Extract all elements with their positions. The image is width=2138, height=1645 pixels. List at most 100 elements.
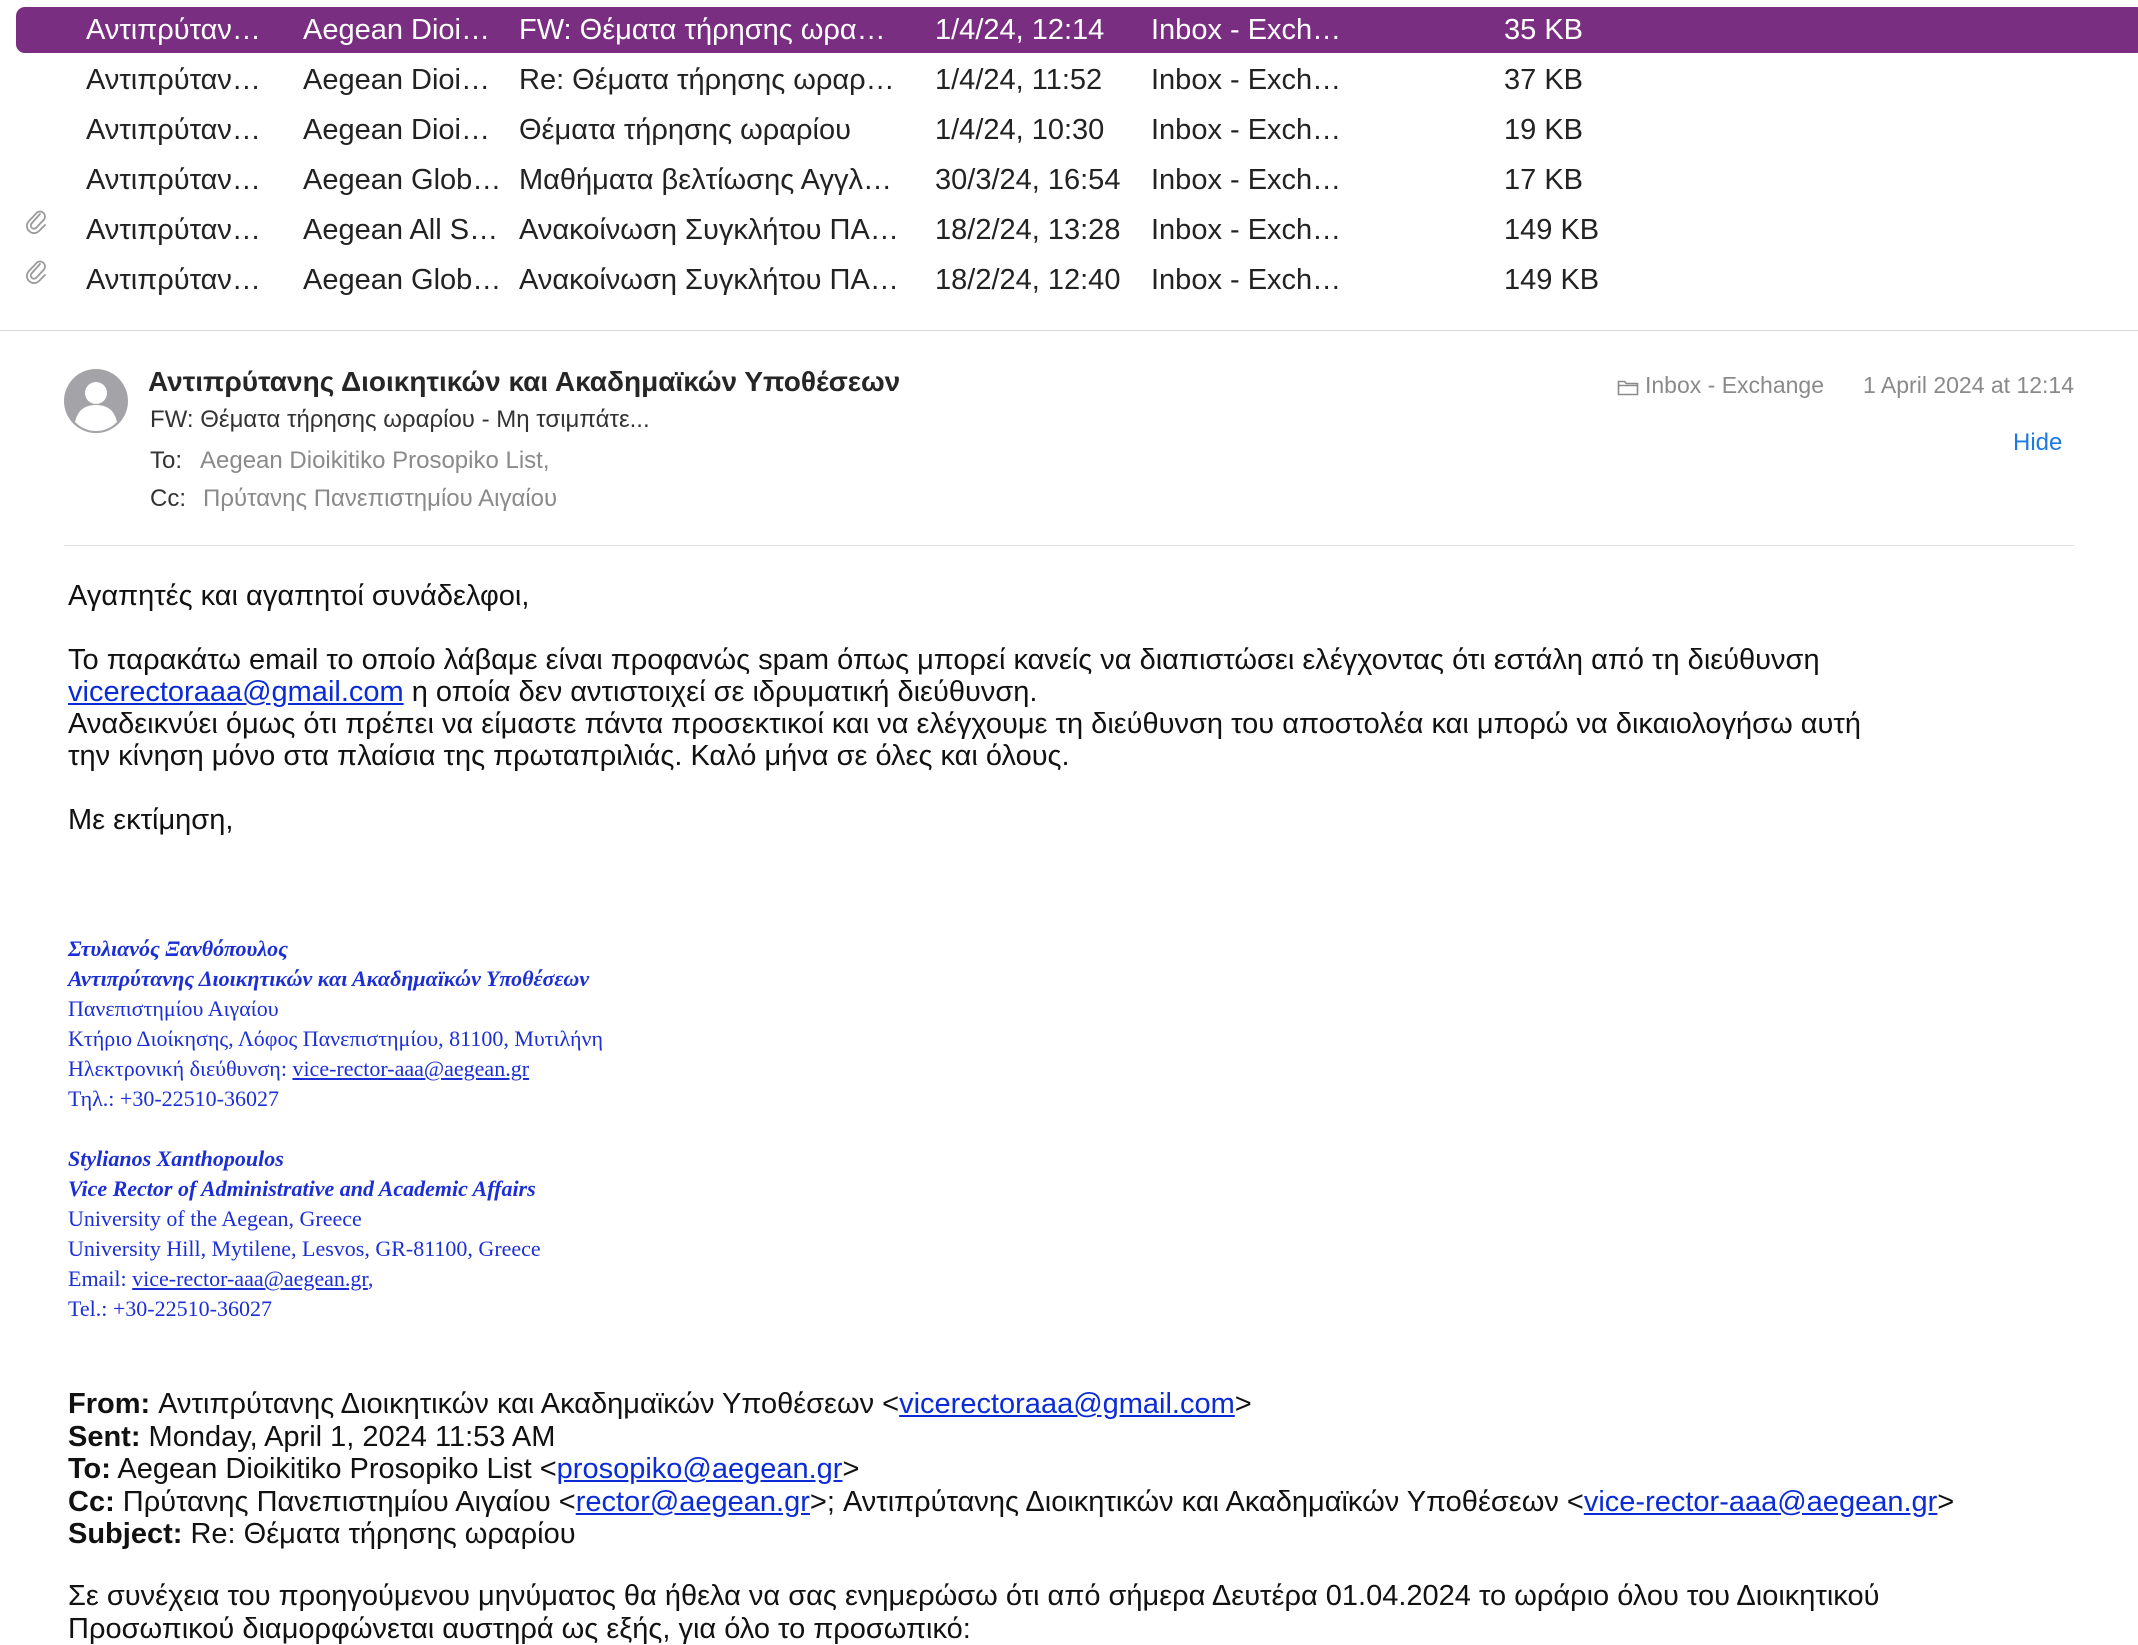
signature: Στυλιανός Ξανθόπουλος Αντιπρύτανης Διοικ… [68,934,603,1324]
message-row[interactable]: Αντιπρύταν…Aegean Dioi…Θέματα τήρησης ωρ… [16,107,2138,153]
row-size: 149 KB [1504,207,1644,253]
fwd-text: Aegean Dioikitiko Prosopiko List < [111,1453,557,1485]
fwd-label: To: [68,1453,111,1485]
row-mailbox: Inbox - Exch… [1151,257,1351,303]
row-size: 35 KB [1504,7,1644,53]
sig-email-link[interactable]: vice-rector-aaa@aegean.gr [132,1266,368,1291]
body-text: Αναδεικνύει όμως ότι πρέπει να είμαστε π… [68,708,1861,740]
header-divider [64,545,2074,546]
row-mailbox: Inbox - Exch… [1151,7,1351,53]
row-subject: Ανακοίνωση Συγκλήτου ΠΑ… [519,257,927,303]
fwd-label: Sent: [68,1421,141,1453]
gmail-address-link[interactable]: vicerectoraaa@gmail.com [68,676,404,708]
row-mailbox: Inbox - Exch… [1151,57,1351,103]
sig-address-gr: Κτήριο Διοίκησης, Λόφος Πανεπιστημίου, 8… [68,1024,603,1054]
sig-email-label: Ηλεκτρονική διεύθυνση: [68,1056,292,1081]
row-date: 18/2/24, 12:40 [935,257,1135,303]
row-date: 1/4/24, 12:14 [935,7,1135,53]
fwd-text: Πρύτανης Πανεπιστημίου Αιγαίου < [115,1486,576,1518]
row-from: Αντιπρύταν… [86,107,286,153]
message-row[interactable]: Αντιπρύταν… Aegean All S…Ανακοίνωση Συγκλ… [16,207,2138,253]
fwd-body-line: Προσωπικού διαμορφώνεται αυστηρά ως εξής… [68,1613,2128,1645]
cc-recipient[interactable]: Πρύτανης Πανεπιστημίου Αιγαίου [203,485,557,513]
message-date: 1 April 2024 at 12:14 [1863,372,2074,399]
row-date: 18/2/24, 13:28 [935,207,1135,253]
fwd-cc-email-link[interactable]: rector@aegean.gr [576,1486,810,1518]
fwd-to-email-link[interactable]: prosopiko@aegean.gr [557,1453,843,1485]
row-size: 19 KB [1504,107,1644,153]
forwarded-header: From: Αντιπρύτανης Διοικητικών και Ακαδη… [68,1388,2128,1551]
sig-email-en: Email: vice-rector-aaa@aegean.gr, [68,1264,603,1294]
row-subject: Θέματα τήρησης ωραρίου [519,107,927,153]
fwd-text: Αντιπρύτανης Διοικητικών και Ακαδημαϊκών… [150,1388,899,1420]
row-from: Αντιπρύταν… [86,7,286,53]
fwd-text: > [1235,1388,1252,1420]
fwd-label: Cc: [68,1486,115,1518]
row-date: 1/4/24, 10:30 [935,107,1135,153]
row-to: Aegean Glob… [303,157,508,203]
fwd-from-email-link[interactable]: vicerectoraaa@gmail.com [899,1388,1235,1420]
message-row[interactable]: Αντιπρύταν…Aegean Dioi…Re: Θέματα τήρηση… [16,57,2138,103]
body-paragraph-1: Το παρακάτω email το οποίο λάβαμε είναι … [68,644,2108,772]
fwd-text: Monday, April 1, 2024 11:53 AM [141,1421,556,1453]
sender-name[interactable]: Αντιπρύτανης Διοικητικών και Ακαδημαϊκών… [148,366,900,398]
row-from: Αντιπρύταν… [86,157,286,203]
row-size: 149 KB [1504,257,1644,303]
folder-icon [1617,378,1639,396]
sig-name-gr: Στυλιανός Ξανθόπουλος [68,934,603,964]
body-text: η οποία δεν αντιστοιχεί σε ιδρυματική δι… [404,676,1038,708]
hide-details-button[interactable]: Hide [2013,429,2062,457]
sig-email-suffix: , [368,1266,374,1291]
row-from: Αντιπρύταν… [86,207,286,253]
closing: Με εκτίμηση, [68,804,2108,836]
message-subject: FW: Θέματα τήρησης ωραρίου - Μη τσιμπάτε… [150,406,650,434]
sig-university-en: University of the Aegean, Greece [68,1204,603,1234]
sig-email-label: Email: [68,1266,132,1291]
fwd-label: From: [68,1388,150,1420]
sig-title-en: Vice Rector of Administrative and Academ… [68,1174,603,1204]
fwd-cc: Cc: Πρύτανης Πανεπιστημίου Αιγαίου <rect… [68,1486,2128,1519]
forwarded-body: Σε συνέχεια του προηγούμενου μηνύματος θ… [68,1580,2128,1645]
sig-email-link[interactable]: vice-rector-aaa@aegean.gr [292,1056,529,1081]
greeting: Αγαπητές και αγαπητοί συνάδελφοι, [68,580,2108,612]
message-row[interactable]: Αντιπρύταν… Aegean Glob…Ανακοίνωση Συγκλή… [16,257,2138,303]
message-row[interactable]: Αντιπρύταν… Aegean Glob…Μαθήματα βελτίωση… [16,157,2138,203]
row-mailbox: Inbox - Exch… [1151,107,1351,153]
row-mailbox: Inbox - Exch… [1151,207,1351,253]
sig-phone-en: Tel.: +30-22510-36027 [68,1294,603,1324]
mailbox-name: Inbox - Exchange [1645,372,1824,398]
paperclip-icon [16,257,56,285]
row-date: 1/4/24, 11:52 [935,57,1135,103]
row-subject: Re: Θέματα τήρησης ωραρ… [519,57,927,103]
row-from: Αντιπρύταν… [86,257,286,303]
sig-email-gr: Ηλεκτρονική διεύθυνση: vice-rector-aaa@a… [68,1054,603,1084]
fwd-text: >; Αντιπρύτανης Διοικητικών και Ακαδημαϊ… [810,1486,1584,1518]
message-list: Αντιπρύταν…Aegean Dioi…FW: Θέματα τήρηση… [0,0,2138,331]
fwd-label: Subject: [68,1518,182,1550]
row-subject: Ανακοίνωση Συγκλήτου ΠΑ… [519,207,927,253]
avatar-icon [64,369,128,433]
row-to: Aegean All S… [303,207,508,253]
sig-phone-gr: Τηλ.: +30-22510-36027 [68,1084,603,1114]
mailbox-location: Inbox - Exchange [1617,372,1824,402]
sig-name-en: Stylianos Xanthopoulos [68,1144,603,1174]
row-date: 30/3/24, 16:54 [935,157,1135,203]
row-to: Aegean Glob… [303,257,508,303]
sig-university-gr: Πανεπιστημίου Αιγαίου [68,994,603,1024]
fwd-sent: Sent: Monday, April 1, 2024 11:53 AM [68,1421,2128,1454]
sig-title-gr: Αντιπρύτανης Διοικητικών και Ακαδημαϊκών… [68,964,603,994]
row-to: Aegean Dioi… [303,7,508,53]
row-subject: Μαθήματα βελτίωσης Αγγλ… [519,157,927,203]
fwd-from: From: Αντιπρύτανης Διοικητικών και Ακαδη… [68,1388,2128,1421]
body-text: την κίνηση μόνο στα πλαίσια της πρωταπρι… [68,740,1070,772]
to-recipient[interactable]: Aegean Dioikitiko Prosopiko List, [200,447,550,475]
fwd-subject: Subject: Re: Θέματα τήρησης ωραρίου [68,1518,2128,1551]
fwd-text: > [1937,1486,1954,1518]
fwd-cc-email-link[interactable]: vice-rector-aaa@aegean.gr [1584,1486,1937,1518]
body-text: Το παρακάτω email το οποίο λάβαμε είναι … [68,644,1820,676]
row-to: Aegean Dioi… [303,57,508,103]
row-size: 37 KB [1504,57,1644,103]
fwd-to: To: Aegean Dioikitiko Prosopiko List <pr… [68,1453,2128,1486]
row-mailbox: Inbox - Exch… [1151,157,1351,203]
message-row[interactable]: Αντιπρύταν…Aegean Dioi…FW: Θέματα τήρηση… [16,7,2138,53]
